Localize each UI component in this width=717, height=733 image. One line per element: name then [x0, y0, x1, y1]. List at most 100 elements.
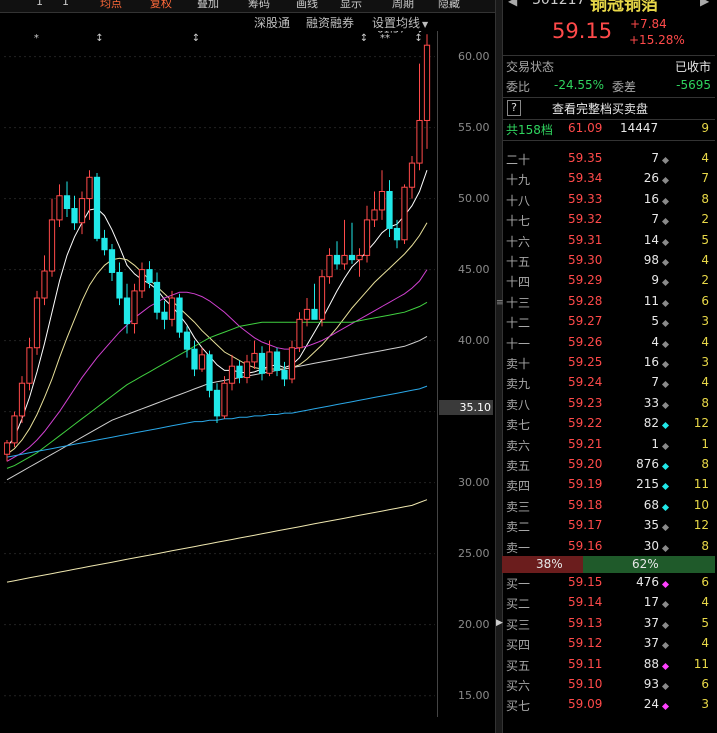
ask-row[interactable]: 二十 59.35 7 4 [502, 149, 715, 169]
bid-row[interactable]: 买二 59.14 17 4 [502, 593, 715, 613]
bid-order-count: 3 [701, 697, 709, 712]
ask-order-count: 4 [701, 334, 709, 349]
ratio-value: -24.55% [554, 78, 605, 92]
ask-row[interactable]: 十七 59.32 7 2 [502, 210, 715, 230]
bid-row[interactable]: 买五 59.11 88 11 [502, 655, 715, 675]
ask-row[interactable]: 卖五 59.20 876 8 [502, 455, 715, 475]
axis-tick-label: 60.00 [458, 49, 490, 63]
ask-order-count: 2 [701, 273, 709, 288]
ask-price: 59.21 [568, 436, 603, 451]
ask-row[interactable]: 十五 59.30 98 4 [502, 251, 715, 271]
ask-row[interactable]: 卖一 59.16 30 8 [502, 537, 715, 557]
candle-up [78, 198, 86, 224]
bid-row[interactable]: 买一 59.15 476 6 [502, 573, 715, 593]
bid-row[interactable]: 买七 59.09 24 3 [502, 695, 715, 715]
section-divider [502, 140, 715, 141]
bid-row[interactable]: 买三 59.13 37 5 [502, 614, 715, 634]
last-price: 59.15 [552, 19, 613, 43]
ratio-label: 委比 [506, 80, 531, 94]
toolbar-chips[interactable]: 筹码 [248, 0, 270, 11]
bid-row[interactable]: 买四 59.12 37 4 [502, 634, 715, 654]
ask-row[interactable]: 十一 59.26 4 4 [502, 333, 715, 353]
ask-order-count: 8 [701, 538, 709, 553]
order-marker-icon [660, 256, 670, 270]
toolbar-draw[interactable]: 画线 [296, 0, 318, 11]
toolbar-overlay[interactable]: 叠加 [197, 0, 219, 11]
candle-down [206, 354, 213, 391]
ask-volume: 215 [636, 477, 659, 492]
ask-row[interactable]: 十六 59.31 14 5 [502, 231, 715, 251]
candle-down [108, 249, 116, 273]
ask-price: 59.19 [568, 477, 603, 492]
toolbar-tab-junxian[interactable]: 均点 [100, 0, 122, 11]
kline-chart[interactable]: *↕↕↕**↕61.57 [4, 31, 435, 717]
shenguotong-link[interactable]: 深股通 [254, 14, 290, 31]
candle-down [176, 297, 183, 333]
bid-level-label: 买五 [506, 658, 531, 673]
order-marker-icon [660, 619, 670, 633]
ma-settings-link[interactable]: 设置均线 ▼ [372, 14, 428, 31]
toolbar-display[interactable]: 显示 [340, 0, 362, 11]
ask-price: 59.34 [568, 171, 603, 186]
toolbar-item[interactable]: 1 [36, 0, 43, 8]
ask-volume: 16 [643, 355, 659, 369]
candle-down [71, 208, 78, 224]
candle-up [378, 190, 386, 211]
prev-stock-icon[interactable]: ◀ [508, 0, 517, 8]
next-stock-icon[interactable]: ▶ [700, 0, 709, 8]
bid-row[interactable]: 买六 59.10 93 6 [502, 675, 715, 695]
ask-price: 59.23 [568, 395, 603, 410]
candle-up [56, 195, 63, 221]
ask-volume: 7 [651, 212, 659, 227]
candle-down [191, 348, 198, 370]
ask-level-label: 卖五 [506, 459, 531, 473]
bid-order-count: 4 [701, 636, 709, 651]
bid-level-label: 买四 [506, 638, 531, 653]
ask-row[interactable]: 卖四 59.19 215 11 [502, 475, 715, 495]
ask-order-count: 11 [693, 477, 709, 492]
axis-tick-label: 20.00 [458, 617, 490, 631]
ask-row[interactable]: 十四 59.29 9 2 [502, 271, 715, 291]
ask-row[interactable]: 卖十 59.25 16 3 [502, 353, 715, 373]
order-marker-icon [660, 542, 670, 556]
ask-order-count: 4 [701, 253, 709, 267]
candle-down [273, 351, 281, 371]
ask-volume: 98 [643, 253, 659, 267]
ask-row[interactable]: 十二 59.27 5 3 [502, 312, 715, 332]
toolbar-period[interactable]: 周期 [392, 0, 414, 11]
ask-order-count: 3 [701, 314, 709, 329]
order-marker-icon [660, 378, 670, 392]
ask-row[interactable]: 卖二 59.17 35 12 [502, 516, 715, 536]
ask-price: 59.35 [568, 151, 603, 165]
candle-up [228, 365, 236, 384]
toolbar-tab-fuquan[interactable]: 复权 [150, 0, 172, 11]
ask-row[interactable]: 卖三 59.18 68 10 [502, 496, 715, 516]
ask-level-label: 十一 [506, 336, 531, 351]
ask-row[interactable]: 卖九 59.24 7 4 [502, 373, 715, 393]
order-marker-icon [660, 419, 670, 433]
trade-status-row: 交易状态 已收市 [502, 55, 715, 76]
ask-order-count: 8 [701, 395, 709, 410]
ask-row[interactable]: 十九 59.34 26 7 [502, 169, 715, 189]
axis-tick-label: 45.00 [458, 262, 490, 276]
toolbar-item[interactable]: 1 [62, 0, 69, 8]
current-price-tag: 35.10 [439, 400, 493, 415]
bid-volume: 88 [643, 656, 659, 671]
full-book-link[interactable]: 查看完整档买卖盘 [552, 100, 648, 117]
full-book-row[interactable]: ? 查看完整档买卖盘 [502, 97, 715, 120]
candle-down [393, 227, 401, 241]
ask-order-count: 5 [701, 232, 709, 247]
moving-average-line [6, 499, 428, 583]
ask-row[interactable]: 卖八 59.23 33 8 [502, 394, 715, 414]
ask-row[interactable]: 十八 59.33 16 8 [502, 190, 715, 210]
candle-up [401, 186, 408, 241]
order-marker-icon [660, 276, 670, 290]
ask-row[interactable]: 卖七 59.22 82 12 [502, 414, 715, 434]
candle-up [48, 219, 56, 272]
margin-trading-link[interactable]: 融资融券 [306, 14, 354, 31]
ask-row[interactable]: 卖六 59.21 1 1 [502, 435, 715, 455]
candle-up [266, 351, 273, 374]
help-icon[interactable]: ? [507, 100, 521, 116]
toolbar-hide[interactable]: 隐藏 [438, 0, 460, 11]
ask-row[interactable]: 十三 59.28 11 6 [502, 292, 715, 312]
